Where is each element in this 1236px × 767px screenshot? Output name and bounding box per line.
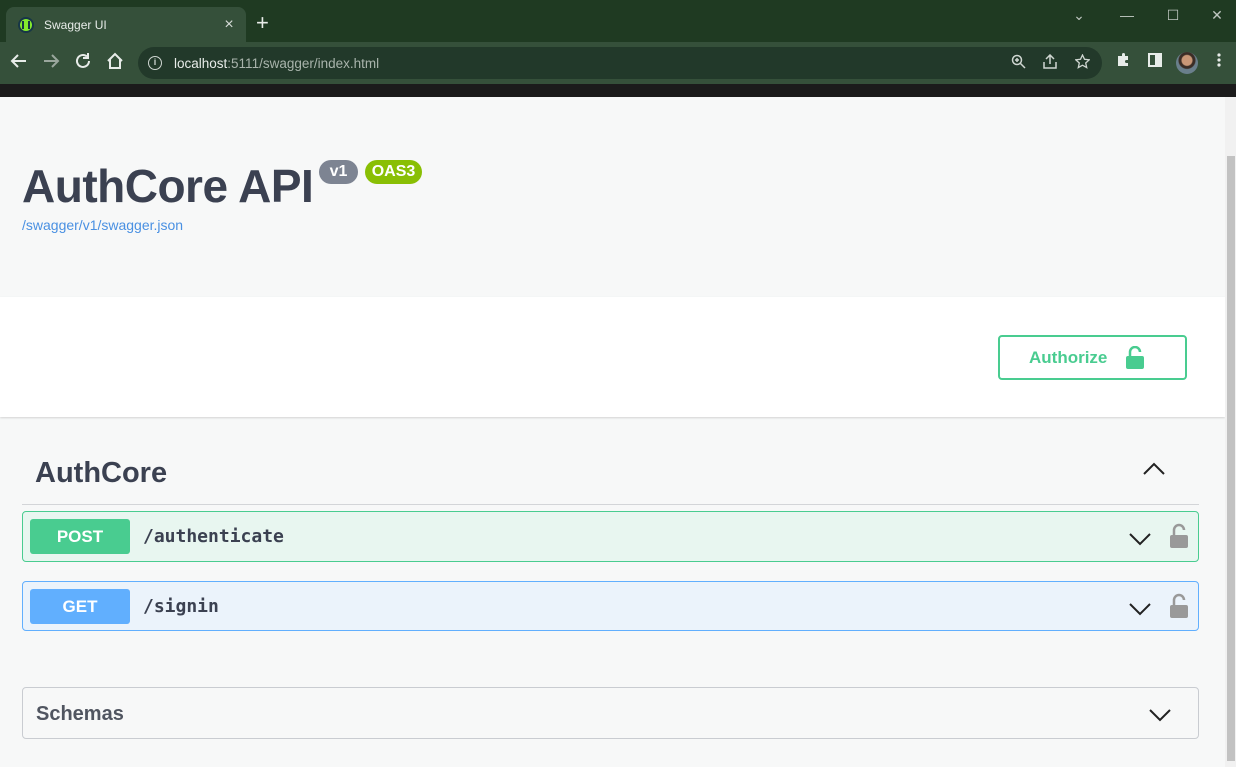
new-tab-button[interactable]: + (256, 12, 269, 34)
minimize-button[interactable]: — (1104, 4, 1150, 26)
authorize-button[interactable]: Authorize (998, 335, 1187, 380)
maximize-button[interactable]: ☐ (1150, 4, 1196, 26)
browser-titlebar: Swagger UI × + ⌄ — ☐ ✕ (0, 0, 1236, 42)
spec-link[interactable]: /swagger/v1/swagger.json (22, 217, 183, 233)
menu-icon[interactable] (1208, 52, 1230, 75)
swagger-page: AuthCore API v1 OAS3 /swagger/v1/swagger… (0, 97, 1225, 767)
share-icon[interactable] (1041, 53, 1059, 72)
back-arrow-icon[interactable] (8, 52, 30, 74)
version-badge: v1 (319, 160, 358, 184)
chevron-down-icon[interactable] (1148, 702, 1172, 726)
forward-arrow-icon[interactable] (40, 52, 62, 74)
operation-get-signin[interactable]: GET /signin (22, 581, 1199, 631)
home-icon[interactable] (104, 52, 126, 74)
tag-name: AuthCore (35, 457, 168, 489)
browser-toolbar: i localhost:5111/swagger/index.html (0, 42, 1236, 84)
reload-icon[interactable] (72, 52, 94, 74)
swagger-favicon-icon (18, 16, 34, 33)
unlock-icon (1125, 345, 1145, 370)
swagger-topbar (0, 84, 1236, 97)
site-info-icon[interactable]: i (148, 56, 162, 70)
profile-avatar[interactable] (1176, 52, 1198, 74)
chevron-down-icon[interactable] (1128, 596, 1152, 620)
api-title: AuthCore API (22, 160, 314, 212)
zoom-icon[interactable] (1009, 54, 1027, 72)
url-text: localhost:5111/swagger/index.html (174, 55, 380, 71)
tag-section: AuthCore (22, 437, 1199, 505)
side-panel-icon[interactable] (1144, 52, 1166, 75)
schemas-section[interactable]: Schemas (22, 687, 1199, 739)
method-badge: GET (30, 588, 130, 624)
lock-icon[interactable] (1169, 523, 1189, 549)
tab-search-icon[interactable]: ⌄ (1056, 4, 1102, 26)
lock-icon[interactable] (1169, 593, 1189, 619)
browser-tab[interactable]: Swagger UI × (6, 7, 246, 42)
operation-path: /signin (143, 595, 219, 617)
close-window-button[interactable]: ✕ (1194, 4, 1236, 26)
address-bar[interactable]: i localhost:5111/swagger/index.html (138, 47, 1102, 79)
info-section: AuthCore API v1 OAS3 /swagger/v1/swagger… (0, 97, 1225, 297)
scheme-container: Authorize (0, 297, 1225, 417)
schemas-title: Schemas (36, 703, 124, 725)
star-icon[interactable] (1073, 53, 1091, 72)
chevron-down-icon[interactable] (1128, 526, 1152, 550)
scrollbar-thumb[interactable] (1227, 156, 1235, 761)
operation-post-authenticate[interactable]: POST /authenticate (22, 511, 1199, 562)
extensions-icon[interactable] (1112, 52, 1134, 75)
method-badge: POST (30, 519, 130, 554)
tag-header[interactable]: AuthCore (22, 437, 1199, 505)
tab-close-icon[interactable]: × (220, 16, 238, 34)
oas-badge: OAS3 (365, 160, 422, 184)
tab-title: Swagger UI (44, 17, 107, 32)
authorize-label: Authorize (1029, 347, 1108, 367)
operation-path: /authenticate (143, 526, 284, 547)
chevron-up-icon[interactable] (1142, 457, 1166, 481)
